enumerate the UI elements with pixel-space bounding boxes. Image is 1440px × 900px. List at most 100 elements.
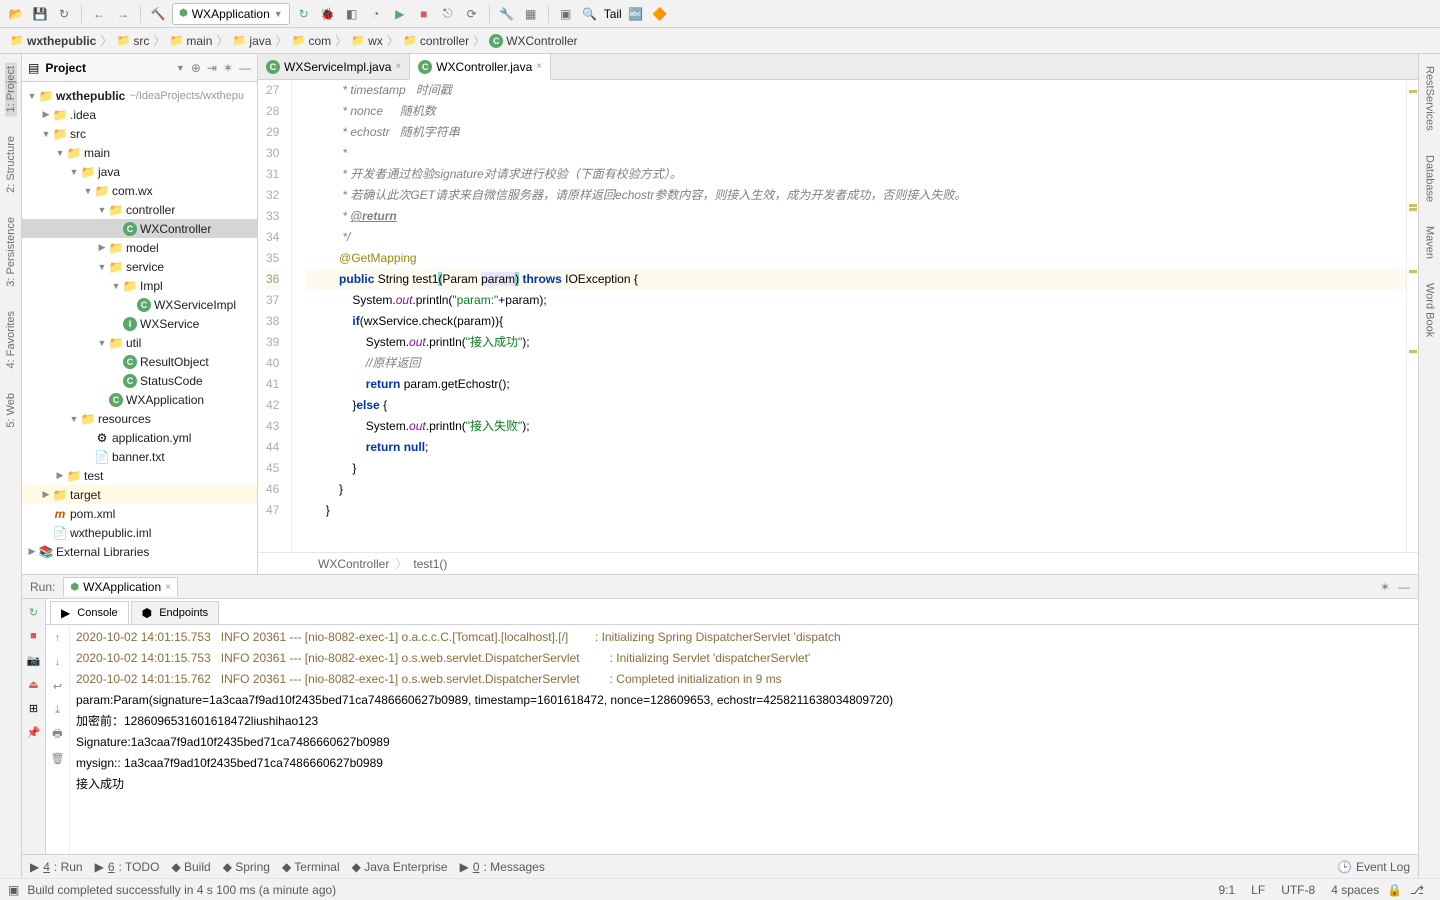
breadcrumb-item[interactable]: 📁main <box>169 34 212 48</box>
print-icon[interactable]: 🖶 <box>49 725 67 743</box>
bottom-tab[interactable]: ▶ 4: Run <box>30 860 83 874</box>
console-tab-endpoints[interactable]: ⬢ Endpoints <box>131 601 219 624</box>
breadcrumb-item[interactable]: 📁src <box>116 34 149 48</box>
code-area[interactable]: 2728293031323334353637383940414243444546… <box>258 80 1418 552</box>
bottom-tab[interactable]: ◆ Terminal <box>282 860 340 874</box>
collapse-icon[interactable]: ⇥ <box>207 61 217 75</box>
close-icon[interactable]: × <box>536 61 542 72</box>
lock-icon[interactable]: 🔒 <box>1387 883 1402 897</box>
tree-node[interactable]: CResultObject <box>22 352 257 371</box>
tree-node[interactable]: ▶📁target <box>22 485 257 504</box>
tree-node[interactable]: CWXServiceImpl <box>22 295 257 314</box>
tree-node[interactable]: ▶📁test <box>22 466 257 485</box>
plugin-icon[interactable]: 🔶 <box>650 4 670 24</box>
tree-node[interactable]: IWXService <box>22 314 257 333</box>
stop-icon[interactable]: ■ <box>25 627 43 645</box>
stop-icon[interactable]: ■ <box>414 4 434 24</box>
line-ending[interactable]: LF <box>1251 883 1265 897</box>
tool-tab-favorites[interactable]: 4: Favorites <box>5 307 17 372</box>
tree-node[interactable]: ▶📁model <box>22 238 257 257</box>
bottom-tab[interactable]: ◆ Spring <box>223 860 270 874</box>
encoding[interactable]: UTF-8 <box>1281 883 1315 897</box>
console-output[interactable]: 2020-10-02 14:01:15.753 INFO 20361 --- [… <box>70 625 1418 854</box>
bottom-tab[interactable]: ▶ 6: TODO <box>95 860 160 874</box>
editor-path-seg[interactable]: test1() <box>413 557 447 571</box>
tool-tab-database[interactable]: Database <box>1424 151 1436 206</box>
tree-node[interactable]: ▶📚External Libraries <box>22 542 257 561</box>
rerun-icon[interactable]: ↻ <box>294 4 314 24</box>
hide-icon[interactable]: — <box>1398 580 1410 594</box>
event-log-button[interactable]: 🕒 Event Log <box>1337 860 1410 874</box>
chevron-down-icon[interactable]: ▼ <box>176 63 185 73</box>
wrap-icon[interactable]: ↩ <box>49 677 67 695</box>
close-icon[interactable]: × <box>165 582 171 593</box>
tool-tab-web[interactable]: 5: Web <box>5 389 17 432</box>
tool-tab-project[interactable]: 1: Project <box>5 62 17 116</box>
layout-icon[interactable]: ⊞ <box>25 699 43 717</box>
attach-icon[interactable]: ⎋ <box>438 4 458 24</box>
tree-node[interactable]: ▶📁.idea <box>22 105 257 124</box>
rerun-icon[interactable]: ↻ <box>25 603 43 621</box>
breadcrumb-item[interactable]: 📁wx <box>351 34 383 48</box>
coverage-icon[interactable]: ◧ <box>342 4 362 24</box>
tree-node[interactable]: ▼📁main <box>22 143 257 162</box>
breadcrumb-item[interactable]: 📁controller <box>403 34 469 48</box>
tree-node[interactable]: ▼📁src <box>22 124 257 143</box>
camera-icon[interactable]: 📷 <box>25 651 43 669</box>
tree-node[interactable]: ⚙application.yml <box>22 428 257 447</box>
open-icon[interactable]: 📂 <box>6 4 26 24</box>
project-tree[interactable]: ▼📁wxthepublic~/IdeaProjects/wxthepu▶📁.id… <box>22 82 257 574</box>
lock-icon[interactable]: ▣ <box>8 883 19 897</box>
tree-node[interactable]: ▼📁util <box>22 333 257 352</box>
run-config-selector[interactable]: ⬢ WXApplication ▼ <box>172 3 290 25</box>
tool-tab-structure[interactable]: 2: Structure <box>5 132 17 197</box>
layout-icon[interactable]: ▣ <box>556 4 576 24</box>
scroll-icon[interactable]: ⤓ <box>49 701 67 719</box>
tree-node[interactable]: CStatusCode <box>22 371 257 390</box>
run-tab-app[interactable]: ⬢ WXApplication × <box>63 577 178 596</box>
profile-icon[interactable]: ◔ <box>366 4 386 24</box>
run-icon[interactable]: ▶ <box>390 4 410 24</box>
editor-path-seg[interactable]: WXController <box>318 557 389 571</box>
save-icon[interactable]: 💾 <box>30 4 50 24</box>
console-tab-console[interactable]: ▶ Console <box>50 601 129 624</box>
breadcrumb-item[interactable]: CWXController <box>489 34 577 48</box>
sync-icon[interactable]: ↻ <box>54 4 74 24</box>
translate-icon[interactable]: 🔤 <box>626 4 646 24</box>
breadcrumb-item[interactable]: 📁com <box>291 34 331 48</box>
bottom-tab[interactable]: ◆ Java Enterprise <box>352 860 448 874</box>
code-lines[interactable]: * timestamp 时间戳 * nonce 随机数 * echostr 随机… <box>306 80 1406 552</box>
tool-tab-persistence[interactable]: 3: Persistence <box>5 213 17 291</box>
tree-node[interactable]: ▼📁Impl <box>22 276 257 295</box>
tree-node[interactable]: ▼📁com.wx <box>22 181 257 200</box>
bottom-tab[interactable]: ▶ 0: Messages <box>460 860 545 874</box>
exit-icon[interactable]: ⏏ <box>25 675 43 693</box>
tree-node[interactable]: CWXApplication <box>22 390 257 409</box>
tree-node[interactable]: 📄wxthepublic.iml <box>22 523 257 542</box>
breadcrumb-item[interactable]: 📁wxthepublic <box>10 34 96 48</box>
wrench-icon[interactable]: 🔧 <box>497 4 517 24</box>
hide-icon[interactable]: — <box>239 61 251 75</box>
clear-icon[interactable]: 🗑 <box>49 749 67 767</box>
tree-node[interactable]: mpom.xml <box>22 504 257 523</box>
target-icon[interactable]: ⊕ <box>191 61 201 75</box>
gear-icon[interactable]: ✶ <box>223 61 233 75</box>
tree-node[interactable]: 📄banner.txt <box>22 447 257 466</box>
tree-node[interactable]: ▼📁service <box>22 257 257 276</box>
down-icon[interactable]: ↓ <box>49 653 67 671</box>
forward-icon[interactable]: → <box>113 4 133 24</box>
tree-node[interactable]: ▼📁java <box>22 162 257 181</box>
tool-tab-restservices[interactable]: RestServices <box>1424 62 1436 135</box>
build-icon[interactable]: 🔨 <box>148 4 168 24</box>
gear-icon[interactable]: ✶ <box>1380 580 1390 594</box>
close-icon[interactable]: × <box>395 61 401 72</box>
tree-node[interactable]: ▼📁controller <box>22 200 257 219</box>
pin-icon[interactable]: 📌 <box>25 723 43 741</box>
indent[interactable]: 4 spaces <box>1331 883 1379 897</box>
update-icon[interactable]: ⟳ <box>462 4 482 24</box>
tree-root[interactable]: ▼📁wxthepublic~/IdeaProjects/wxthepu <box>22 86 257 105</box>
tree-node[interactable]: ▼📁resources <box>22 409 257 428</box>
tool-tab-maven[interactable]: Maven <box>1424 222 1436 263</box>
tree-node[interactable]: CWXController <box>22 219 257 238</box>
git-icon[interactable]: ⎇ <box>1410 883 1424 897</box>
